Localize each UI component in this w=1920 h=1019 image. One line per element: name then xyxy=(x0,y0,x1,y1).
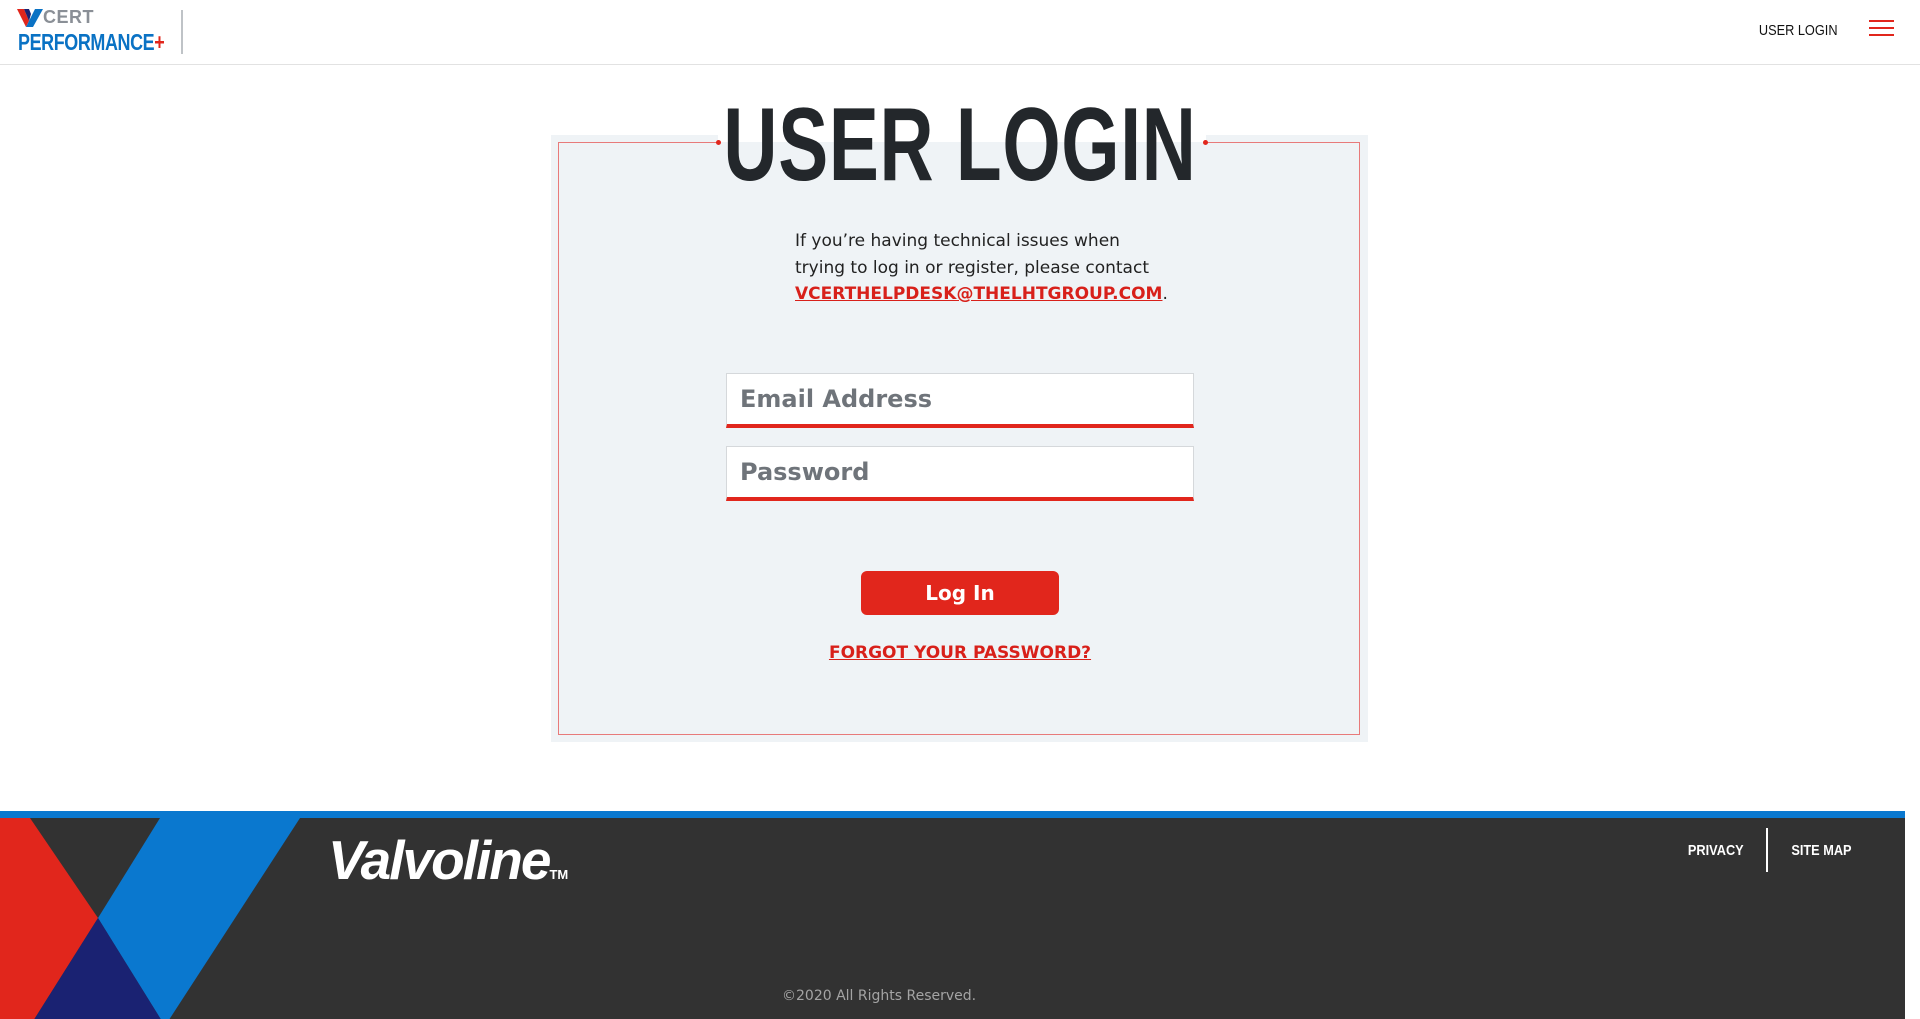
help-text: If you’re having technical issues when t… xyxy=(795,228,1168,308)
footer-link-privacy[interactable]: PRIVACY xyxy=(1687,842,1743,859)
login-button[interactable]: Log In xyxy=(861,571,1059,615)
logo-cert-text: CERT xyxy=(43,7,94,27)
copyright-text: ©2020 All Rights Reserved. xyxy=(782,988,977,1004)
help-line-1: If you’re having technical issues when xyxy=(795,231,1120,251)
help-line-2: trying to log in or register, please con… xyxy=(795,257,1149,278)
footer-links: PRIVACY SITE MAP xyxy=(1683,828,1857,872)
hamburger-icon[interactable] xyxy=(1869,20,1894,38)
site-footer: ValvolineTM PRIVACY SITE MAP ©2020 All R… xyxy=(0,811,1905,1019)
forgot-password-row: FORGOT YOUR PASSWORD? xyxy=(0,643,1920,663)
password-input[interactable] xyxy=(727,447,1193,497)
scrollbar-track[interactable] xyxy=(1905,811,1920,1019)
footer-link-separator xyxy=(1766,828,1769,872)
email-input[interactable] xyxy=(727,374,1193,424)
logo-performance-text: PERFORMANCE+ xyxy=(18,29,165,55)
forgot-password-link[interactable]: FORGOT YOUR PASSWORD? xyxy=(829,643,1091,663)
help-period: . xyxy=(1162,284,1168,304)
valvoline-v-graphic xyxy=(0,818,300,1019)
footer-link-site-map[interactable]: SITE MAP xyxy=(1791,842,1851,859)
page-title: USER LOGIN xyxy=(723,87,1197,203)
vcert-performance-logo[interactable]: CERT PERFORMANCE+ xyxy=(17,7,167,57)
logo-divider xyxy=(181,10,183,54)
site-header: CERT PERFORMANCE+ USER LOGIN xyxy=(0,0,1920,65)
email-field xyxy=(726,373,1194,428)
valvoline-footer-logo[interactable]: ValvolineTM xyxy=(328,828,568,892)
valvoline-v-icon xyxy=(17,9,43,27)
helpdesk-email-link[interactable]: VCERTHELPDESK@THELHTGROUP.COM xyxy=(795,284,1162,304)
nav-user-login-link[interactable]: USER LOGIN xyxy=(1759,22,1838,39)
password-field xyxy=(726,446,1194,501)
